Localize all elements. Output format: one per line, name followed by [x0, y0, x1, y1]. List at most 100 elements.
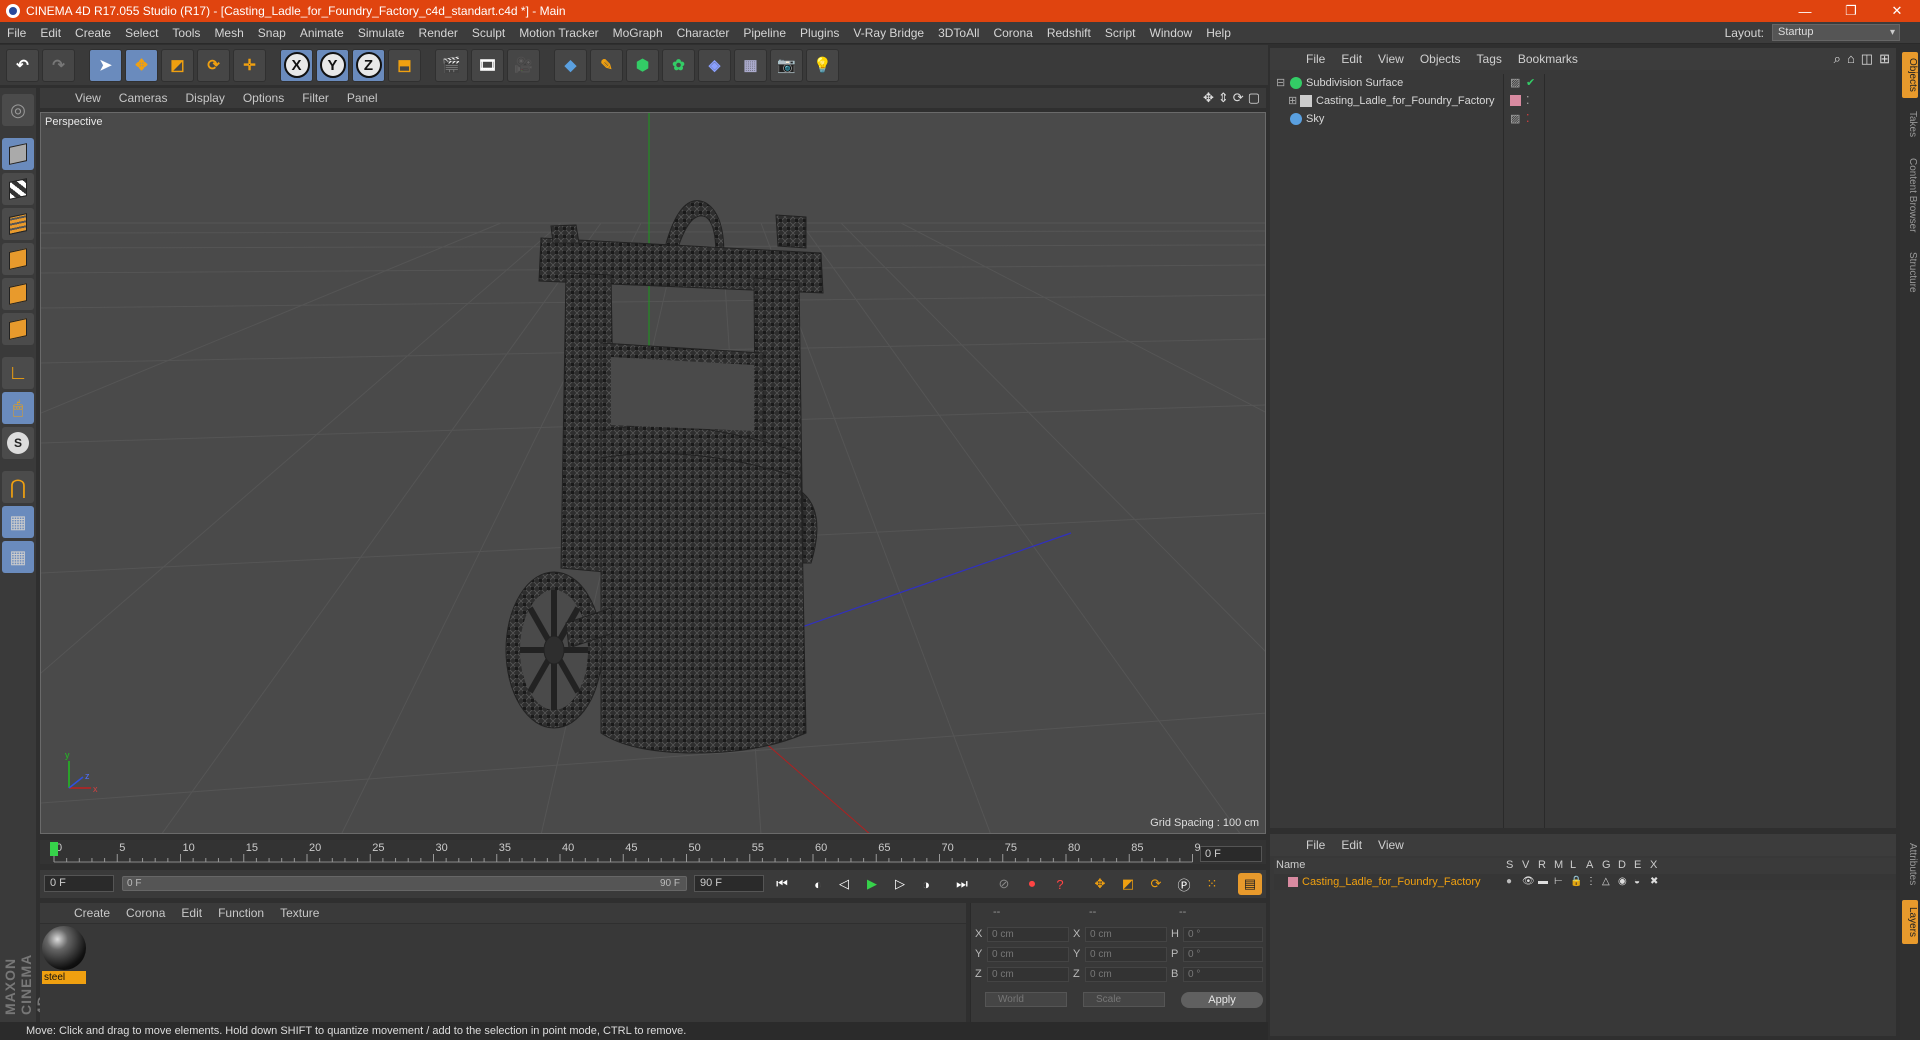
- editor-visibility-icon[interactable]: ▨: [1510, 110, 1520, 128]
- menu-file[interactable]: File: [0, 26, 33, 40]
- timeline-window-button[interactable]: ▤: [1238, 873, 1262, 895]
- layer-generator-icon[interactable]: △: [1602, 874, 1610, 890]
- menu-snap[interactable]: Snap: [251, 26, 293, 40]
- menu-simulate[interactable]: Simulate: [351, 26, 412, 40]
- layer-row[interactable]: Casting_Ladle_for_Foundry_Factory ● 👁 ▬ …: [1274, 874, 1896, 890]
- menu-animate[interactable]: Animate: [293, 26, 351, 40]
- rot-b-field[interactable]: 0 °: [1183, 967, 1263, 982]
- pan-view-icon[interactable]: ✥: [1203, 90, 1214, 106]
- solo-mode-button[interactable]: S: [2, 427, 34, 459]
- render-picture-viewer-button[interactable]: 🎞: [471, 48, 504, 82]
- select-tool-button[interactable]: ➤: [89, 48, 122, 82]
- menu-pipeline[interactable]: Pipeline: [736, 26, 793, 40]
- z-axis-button[interactable]: Z: [352, 48, 385, 82]
- size-x-field[interactable]: 0 cm: [1085, 927, 1167, 942]
- redo-button[interactable]: ↷: [42, 48, 75, 82]
- key-position-button[interactable]: ✥: [1088, 873, 1112, 895]
- next-frame-button[interactable]: ▷: [888, 873, 912, 895]
- layers-menu-edit[interactable]: Edit: [1333, 838, 1370, 852]
- menu-character[interactable]: Character: [670, 26, 737, 40]
- expand-icon[interactable]: ⊞: [1288, 92, 1297, 110]
- menu-mograph[interactable]: MoGraph: [606, 26, 670, 40]
- material-preview-steel[interactable]: [42, 926, 86, 970]
- goto-start-button[interactable]: ⏮: [770, 873, 794, 895]
- material-menu-edit[interactable]: Edit: [173, 906, 210, 920]
- move-tool-button[interactable]: ✥: [125, 48, 158, 82]
- prev-key-button[interactable]: ◐: [806, 873, 830, 895]
- expand-panel-icon[interactable]: ⊞: [1879, 51, 1890, 67]
- cube-object-button[interactable]: ◆: [554, 48, 587, 82]
- object-row[interactable]: Sky ▨ ⁚: [1274, 110, 1896, 128]
- layer-eye-icon[interactable]: 👁: [1522, 874, 1535, 890]
- menu-tools[interactable]: Tools: [165, 26, 207, 40]
- layers-menu-view[interactable]: View: [1370, 838, 1412, 852]
- menu-plugins[interactable]: Plugins: [793, 26, 846, 40]
- subdivision-button[interactable]: ⬢: [626, 48, 659, 82]
- workplane-mode-button[interactable]: [2, 208, 34, 240]
- objects-menu-bookmarks[interactable]: Bookmarks: [1510, 52, 1586, 66]
- prev-frame-button[interactable]: ◁: [832, 873, 856, 895]
- perspective-viewport[interactable]: y z x Perspective Grid Spacing : 100 cm: [40, 112, 1266, 834]
- floor-button[interactable]: ▦: [734, 48, 767, 82]
- editor-visibility-icon[interactable]: ▨: [1510, 74, 1520, 92]
- menu-create[interactable]: Create: [68, 26, 118, 40]
- key-pla-button[interactable]: ⁙: [1200, 873, 1224, 895]
- layer-lock-icon[interactable]: 🔒: [1570, 874, 1582, 890]
- layer-col-solo[interactable]: S: [1506, 859, 1513, 871]
- layer-expression-icon[interactable]: ◒: [1634, 874, 1640, 890]
- menu-redshift[interactable]: Redshift: [1040, 26, 1098, 40]
- playhead[interactable]: [50, 842, 58, 856]
- layer-color-swatch[interactable]: [1288, 877, 1298, 887]
- polygons-mode-button[interactable]: [2, 313, 34, 345]
- new-view-icon[interactable]: ◫: [1861, 51, 1873, 67]
- object-row[interactable]: ⊞ Casting_Ladle_for_Foundry_Factory ⁚: [1274, 92, 1896, 110]
- array-button[interactable]: ✿: [662, 48, 695, 82]
- rot-h-field[interactable]: 0 °: [1183, 927, 1263, 942]
- deformer-button[interactable]: ◈: [698, 48, 731, 82]
- viewport-menu-options[interactable]: Options: [234, 91, 293, 105]
- light-button[interactable]: 💡: [806, 48, 839, 82]
- render-view-button[interactable]: 🎬: [435, 48, 468, 82]
- rot-p-field[interactable]: 0 °: [1183, 947, 1263, 962]
- viewport-camera-label[interactable]: Perspective: [45, 116, 103, 128]
- viewport-menu-display[interactable]: Display: [176, 91, 233, 105]
- visibility-dots-icon[interactable]: ⁚: [1526, 92, 1530, 110]
- menu-help[interactable]: Help: [1199, 26, 1238, 40]
- live-select-button[interactable]: ✛: [233, 48, 266, 82]
- play-button[interactable]: ▶: [860, 873, 884, 895]
- rotate-tool-button[interactable]: ⟳: [197, 48, 230, 82]
- tab-objects[interactable]: Objects: [1902, 52, 1918, 98]
- viewport-menu-view[interactable]: View: [66, 91, 110, 105]
- layer-solo-icon[interactable]: ●: [1506, 874, 1512, 890]
- key-scale-button[interactable]: ◩: [1116, 873, 1140, 895]
- layers-menu-file[interactable]: File: [1298, 838, 1333, 852]
- size-z-field[interactable]: 0 cm: [1085, 967, 1167, 982]
- layer-manager-icon[interactable]: ⊢: [1554, 874, 1563, 890]
- object-row[interactable]: ⊟ Subdivision Surface ▨ ✔: [1274, 74, 1896, 92]
- menu-vray-bridge[interactable]: V-Ray Bridge: [846, 26, 931, 40]
- menu-mesh[interactable]: Mesh: [207, 26, 250, 40]
- enabled-check-icon[interactable]: ✔: [1526, 74, 1535, 92]
- objects-menu-file[interactable]: File: [1298, 52, 1333, 66]
- orbit-view-icon[interactable]: ⟳: [1233, 90, 1244, 106]
- goto-end-button[interactable]: ⏭: [950, 873, 974, 895]
- menu-select[interactable]: Select: [118, 26, 165, 40]
- texture-mode-button[interactable]: [2, 173, 34, 205]
- tab-attributes[interactable]: Attributes: [1902, 834, 1918, 894]
- undo-button[interactable]: ↶: [6, 48, 39, 82]
- key-rotation-button[interactable]: ⟳: [1144, 873, 1168, 895]
- viewport-menu-panel[interactable]: Panel: [338, 91, 387, 105]
- current-frame-field[interactable]: 0 F: [1200, 846, 1262, 862]
- viewport-menu-cameras[interactable]: Cameras: [110, 91, 177, 105]
- snap-grid-lock-button[interactable]: ▦: [2, 506, 34, 538]
- axis-mode-button[interactable]: ∟: [2, 357, 34, 389]
- snap-button[interactable]: ⋂: [2, 471, 34, 503]
- collapse-icon[interactable]: ⊟: [1276, 74, 1285, 92]
- objects-menu-edit[interactable]: Edit: [1333, 52, 1370, 66]
- pos-x-field[interactable]: 0 cm: [987, 927, 1069, 942]
- apply-button[interactable]: Apply: [1181, 992, 1263, 1008]
- spline-pen-button[interactable]: ✎: [590, 48, 623, 82]
- menu-motion-tracker[interactable]: Motion Tracker: [512, 26, 605, 40]
- points-mode-button[interactable]: [2, 243, 34, 275]
- material-menu-texture[interactable]: Texture: [272, 906, 327, 920]
